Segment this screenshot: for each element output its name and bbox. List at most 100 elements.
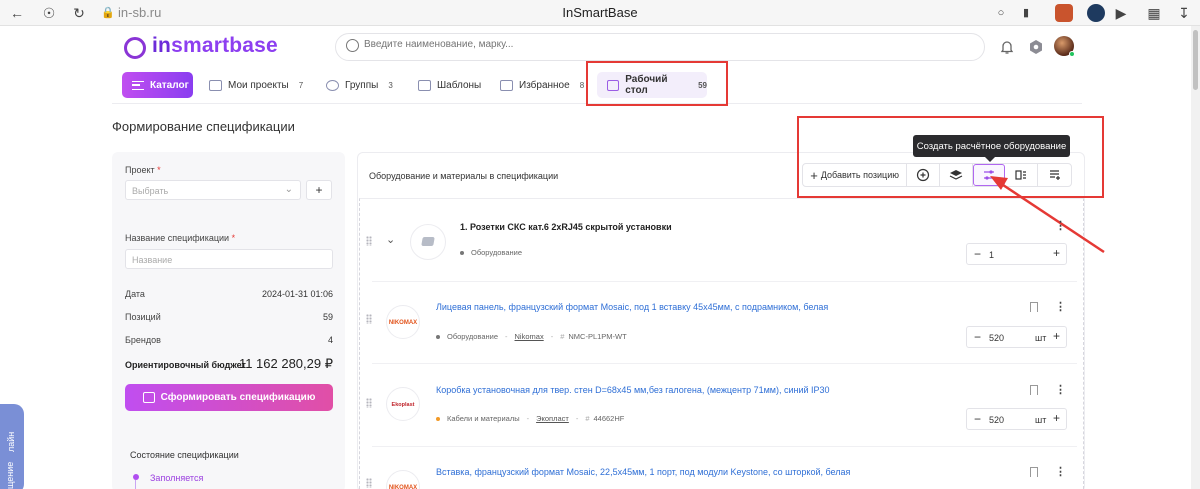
- bookmark-icon[interactable]: [1030, 467, 1038, 477]
- project-label: Проект *: [125, 165, 161, 175]
- tab-my-projects[interactable]: Мои проекты 7: [209, 72, 303, 98]
- item-category: Оборудование: [447, 332, 499, 341]
- online-status-dot: [1069, 51, 1075, 57]
- extension-play-icon[interactable]: ▶: [1112, 4, 1130, 22]
- item-menu-icon[interactable]: ⋮: [1055, 300, 1066, 313]
- extension-puzzle-icon[interactable]: ▦: [1145, 4, 1163, 22]
- brands-value: 4: [327, 335, 333, 345]
- spec-name-placeholder: Название: [132, 255, 173, 265]
- quantity-value[interactable]: 520: [989, 333, 1004, 343]
- logo-rest: smartbase: [171, 34, 278, 57]
- scrollbar-thumb[interactable]: [1193, 30, 1198, 90]
- tab-templates[interactable]: Шаблоны: [418, 72, 481, 98]
- item-sku: 44662HF: [593, 414, 625, 423]
- menu-icon: [132, 80, 144, 90]
- item-sku: NMC-PL1PM-WT: [568, 332, 627, 341]
- expand-chevron-icon[interactable]: ⌄: [386, 233, 395, 246]
- bookmark-icon[interactable]: [1030, 302, 1038, 312]
- project-select[interactable]: Выбрать ⌄: [125, 180, 301, 200]
- search-box[interactable]: [335, 33, 985, 61]
- spec-state-value: Заполняется: [150, 473, 204, 483]
- highlight-desktop-tab: [586, 61, 728, 106]
- generate-spec-button[interactable]: Сформировать спецификацию: [125, 384, 333, 411]
- date-value: 2024-01-31 01:06: [261, 289, 333, 299]
- quantity-value[interactable]: 1: [989, 250, 994, 260]
- items-panel-title: Оборудование и материалы в спецификации: [369, 171, 559, 181]
- category-dot: [436, 334, 440, 339]
- plus-icon[interactable]: +: [1053, 246, 1060, 260]
- item-quantity-stepper[interactable]: − 520 шт +: [966, 326, 1067, 348]
- tab-favorites-label: Избранное: [519, 79, 570, 91]
- tab-my-projects-label: Мои проекты: [228, 79, 289, 91]
- meta-separator: -: [550, 332, 554, 341]
- drag-handle[interactable]: [366, 314, 372, 324]
- item-meta: Кабели и материалы - Экопласт - # 44662H…: [436, 414, 624, 423]
- search-input[interactable]: [364, 39, 764, 50]
- plus-icon[interactable]: +: [1053, 329, 1060, 343]
- brands-label: Брендов: [125, 335, 161, 345]
- extension-avatar-icon[interactable]: [1055, 4, 1073, 22]
- minus-icon[interactable]: −: [974, 330, 981, 344]
- hash-icon: #: [585, 414, 590, 423]
- item-brand-link[interactable]: Экопласт: [536, 414, 569, 423]
- minus-icon[interactable]: −: [974, 247, 981, 261]
- users-icon: [326, 79, 339, 91]
- item-quantity-stepper[interactable]: − 520 шт +: [966, 408, 1067, 430]
- drag-handle[interactable]: [366, 236, 372, 246]
- meta-separator: -: [505, 332, 508, 341]
- add-project-button[interactable]: +: [306, 180, 332, 200]
- layers-icon: [209, 79, 222, 91]
- quantity-value[interactable]: 520: [989, 415, 1004, 425]
- group-quantity-stepper[interactable]: − 1 +: [966, 243, 1067, 265]
- scrollbar[interactable]: [1191, 26, 1200, 489]
- item-menu-icon[interactable]: ⋮: [1055, 465, 1066, 478]
- item-menu-icon[interactable]: ⋮: [1055, 383, 1066, 396]
- logo-icon[interactable]: [124, 37, 146, 59]
- date-label: Дата: [125, 289, 145, 299]
- spec-name-input[interactable]: Название: [125, 249, 333, 269]
- category-dot: [460, 250, 464, 255]
- item-category: Кабели и материалы: [447, 414, 520, 423]
- group-layers-icon: [410, 224, 446, 260]
- required-mark: *: [231, 233, 236, 243]
- drag-handle[interactable]: [366, 398, 372, 408]
- spec-name-label: Название спецификации *: [125, 233, 235, 243]
- state-step-line: [135, 480, 136, 489]
- drag-handle[interactable]: [366, 478, 372, 488]
- tab-groups-count: 3: [388, 80, 393, 90]
- support-chat-widget[interactable]: щение лайн: [0, 404, 24, 489]
- extension-shield-icon[interactable]: [1087, 4, 1105, 22]
- budget-value: 11 162 280,29 ₽: [238, 356, 333, 371]
- group-menu-icon[interactable]: ⋮: [1055, 219, 1066, 232]
- bookmark-icon[interactable]: [1030, 385, 1038, 395]
- minus-icon[interactable]: −: [974, 412, 981, 426]
- bookmark-icon[interactable]: ▮: [1017, 4, 1035, 22]
- meta-separator: -: [575, 414, 579, 423]
- budget-label: Ориентировочный бюджет: [125, 360, 246, 370]
- building-icon: [142, 392, 155, 403]
- tab-groups[interactable]: Группы 3: [326, 72, 393, 98]
- item-meta: Оборудование - Nikomax - # NMC-PL1PM-WT: [436, 332, 627, 341]
- positions-label: Позиций: [125, 312, 161, 322]
- tab-catalog[interactable]: Каталог: [122, 72, 193, 98]
- brand-logo: NIKOMAX: [386, 305, 420, 339]
- plus-icon[interactable]: +: [1053, 411, 1060, 425]
- downloads-icon[interactable]: ↧: [1175, 4, 1193, 22]
- positions-value: 59: [322, 312, 333, 322]
- tab-favorites[interactable]: Избранное 8: [500, 72, 584, 98]
- item-title-link[interactable]: Коробка установочная для твер. стен D=68…: [436, 385, 830, 395]
- unit-label: шт: [1035, 333, 1047, 343]
- chat-icon[interactable]: ○: [992, 4, 1010, 22]
- logo[interactable]: insmartbase: [152, 34, 278, 58]
- tab-templates-label: Шаблоны: [437, 79, 482, 91]
- item-title-link[interactable]: Вставка, французский формат Mosaic, 22,5…: [436, 467, 850, 477]
- meta-separator: -: [526, 414, 530, 423]
- item-brand-link[interactable]: Nikomax: [515, 332, 544, 341]
- item-title-link[interactable]: Лицевая панель, французский формат Mosai…: [436, 302, 828, 312]
- templates-icon: [418, 79, 431, 91]
- required-mark: *: [157, 165, 161, 175]
- settings-hex-icon[interactable]: [1027, 38, 1045, 56]
- group-category: Оборудование: [471, 248, 523, 257]
- bell-icon[interactable]: [998, 38, 1016, 56]
- page-title: Формирование спецификации: [112, 119, 295, 134]
